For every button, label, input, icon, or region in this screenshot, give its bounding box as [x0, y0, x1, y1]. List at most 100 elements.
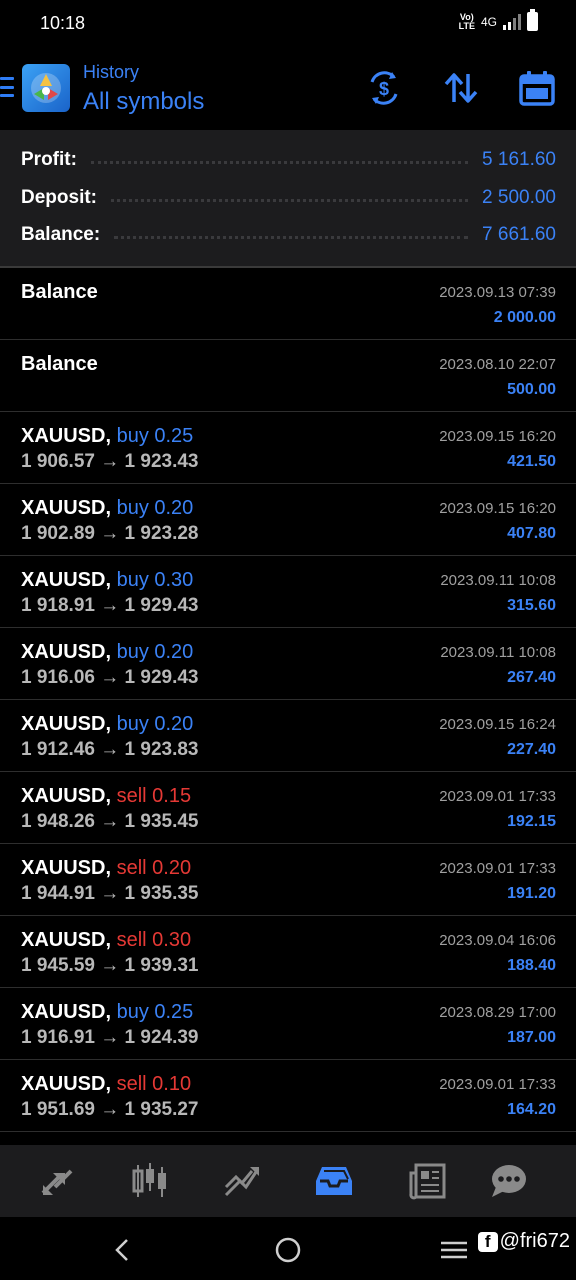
deal-title: XAUUSD, buy 0.20 [21, 713, 193, 736]
bottom-tab-bar [0, 1145, 576, 1217]
balance-entry-date: 2023.08.10 22:07 [439, 356, 556, 373]
arrow-icon: → [100, 667, 120, 688]
deal-profit: 407.80 [507, 525, 556, 542]
deal-symbol: XAUUSD, [21, 641, 112, 663]
deal-prices: 1 906.57 → 1 923.43 [21, 451, 199, 473]
back-button[interactable] [107, 1235, 137, 1265]
deal-row[interactable]: XAUUSD, sell 0.20 1 944.91 → 1 935.35 20… [0, 844, 576, 916]
balance-entry-title: Balance [21, 353, 98, 375]
dotted-leader [114, 235, 469, 239]
balance-entry-date: 2023.09.13 07:39 [439, 284, 556, 301]
balance-entry[interactable]: Balance 2023.08.10 22:07 500.00 [0, 340, 576, 412]
history-icon [316, 1167, 352, 1195]
home-icon [275, 1237, 301, 1263]
close-price: 1 923.83 [124, 739, 199, 760]
deal-profit: 191.20 [507, 885, 556, 902]
deposit-row: Deposit: 2 500.00 [21, 183, 556, 213]
summary-panel: Profit: 5 161.60 Deposit: 2 500.00 Balan… [0, 130, 576, 266]
status-icons: Vo) LTE 4G [459, 9, 538, 31]
deal-title: XAUUSD, sell 0.15 [21, 785, 191, 808]
svg-text:$: $ [379, 79, 389, 99]
tab-quotes[interactable] [34, 1159, 80, 1203]
back-icon [115, 1239, 128, 1261]
balance-entry-title: Balance [21, 281, 98, 303]
deal-row[interactable]: XAUUSD, sell 0.15 1 948.26 → 1 935.45 20… [0, 772, 576, 844]
tab-news[interactable] [405, 1159, 451, 1203]
open-price: 1 951.69 [21, 1099, 95, 1120]
deal-row[interactable]: XAUUSD, buy 0.20 1 902.89 → 1 923.28 202… [0, 484, 576, 556]
deal-symbol: XAUUSD, [21, 713, 112, 735]
close-price: 1 935.27 [124, 1099, 199, 1120]
arrow-icon: → [100, 739, 120, 760]
deal-symbol: XAUUSD, [21, 785, 112, 807]
arrow-icon: → [100, 1027, 120, 1048]
deal-prices: 1 948.26 → 1 935.45 [21, 811, 199, 833]
deal-title: XAUUSD, buy 0.25 [21, 425, 193, 448]
balance-row: Balance: 7 661.60 [21, 220, 556, 250]
deal-row[interactable]: XAUUSD, buy 0.25 1 906.57 → 1 923.43 202… [0, 412, 576, 484]
deal-date: 2023.09.15 16:24 [439, 716, 556, 733]
deal-prices: 1 945.59 → 1 939.31 [21, 955, 199, 977]
deal-prices: 1 912.46 → 1 923.83 [21, 739, 199, 761]
deal-symbol: XAUUSD, [21, 929, 112, 951]
open-price: 1 945.59 [21, 955, 95, 976]
deal-row[interactable]: XAUUSD, buy 0.20 1 912.46 → 1 923.83 202… [0, 700, 576, 772]
balance-label: Balance: [21, 224, 101, 245]
home-button[interactable] [273, 1235, 303, 1265]
deal-row[interactable]: XAUUSD, sell 0.10 1 951.69 → 1 935.27 20… [0, 1060, 576, 1132]
dotted-leader [90, 160, 469, 164]
header-title[interactable]: All symbols [83, 88, 204, 116]
open-price: 1 948.26 [21, 811, 95, 832]
deal-date: 2023.09.04 16:06 [439, 932, 556, 949]
tab-history[interactable] [311, 1159, 357, 1203]
deal-date: 2023.09.01 17:33 [439, 1076, 556, 1093]
tab-trade[interactable] [219, 1159, 265, 1203]
arrow-icon: → [100, 1099, 120, 1120]
profit-label: Profit: [21, 149, 77, 170]
deal-row[interactable]: XAUUSD, buy 0.30 1 918.91 → 1 929.43 202… [0, 556, 576, 628]
deal-row[interactable]: XAUUSD, buy 0.25 1 916.91 → 1 924.39 202… [0, 988, 576, 1060]
app-header: History All symbols $ [0, 48, 576, 130]
deal-profit: 315.60 [507, 597, 556, 614]
deal-title: XAUUSD, sell 0.30 [21, 929, 191, 952]
deal-title: XAUUSD, sell 0.10 [21, 1073, 191, 1096]
history-list[interactable]: Balance 2023.09.13 07:39 2 000.00 Balanc… [0, 268, 576, 1132]
deal-title: XAUUSD, buy 0.30 [21, 569, 193, 592]
app-logo[interactable] [22, 64, 70, 112]
deal-date: 2023.09.01 17:33 [439, 860, 556, 877]
open-price: 1 916.91 [21, 1027, 95, 1048]
news-icon [409, 1163, 446, 1200]
open-price: 1 906.57 [21, 451, 95, 472]
balance-entry[interactable]: Balance 2023.09.13 07:39 2 000.00 [0, 268, 576, 340]
profit-row: Profit: 5 161.60 [21, 145, 556, 175]
close-price: 1 935.45 [124, 811, 199, 832]
deposit-value: 2 500.00 [482, 187, 556, 208]
trade-icon [224, 1167, 260, 1197]
watermark-text: @fri672 [499, 1230, 570, 1252]
arrow-icon: → [100, 451, 120, 472]
deal-symbol: XAUUSD, [21, 857, 112, 879]
tab-chart[interactable] [127, 1159, 173, 1203]
deal-row[interactable]: XAUUSD, sell 0.30 1 945.59 → 1 939.31 20… [0, 916, 576, 988]
deal-profit: 267.40 [507, 669, 556, 686]
deal-prices: 1 951.69 → 1 935.27 [21, 1099, 199, 1121]
currency-button[interactable]: $ [364, 68, 404, 108]
sort-button[interactable] [441, 68, 481, 108]
deal-prices: 1 944.91 → 1 935.35 [21, 883, 199, 905]
tab-chat[interactable] [485, 1159, 531, 1203]
deal-prices: 1 902.89 → 1 923.28 [21, 523, 199, 545]
currency-exchange-icon: $ [370, 71, 398, 105]
deal-type: buy 0.20 [116, 497, 194, 519]
calendar-button[interactable] [517, 68, 557, 108]
sort-icon [444, 73, 478, 103]
close-price: 1 935.35 [124, 883, 199, 904]
deal-prices: 1 916.06 → 1 929.43 [21, 667, 199, 689]
recents-button[interactable] [439, 1235, 469, 1265]
status-time: 10:18 [40, 13, 86, 33]
menu-icon[interactable] [0, 77, 14, 97]
deal-profit: 227.40 [507, 741, 556, 758]
deal-date: 2023.08.29 17:00 [439, 1004, 556, 1021]
deal-profit: 192.15 [507, 813, 556, 830]
deal-row[interactable]: XAUUSD, buy 0.20 1 916.06 → 1 929.43 202… [0, 628, 576, 700]
network-type: 4G [480, 14, 497, 29]
